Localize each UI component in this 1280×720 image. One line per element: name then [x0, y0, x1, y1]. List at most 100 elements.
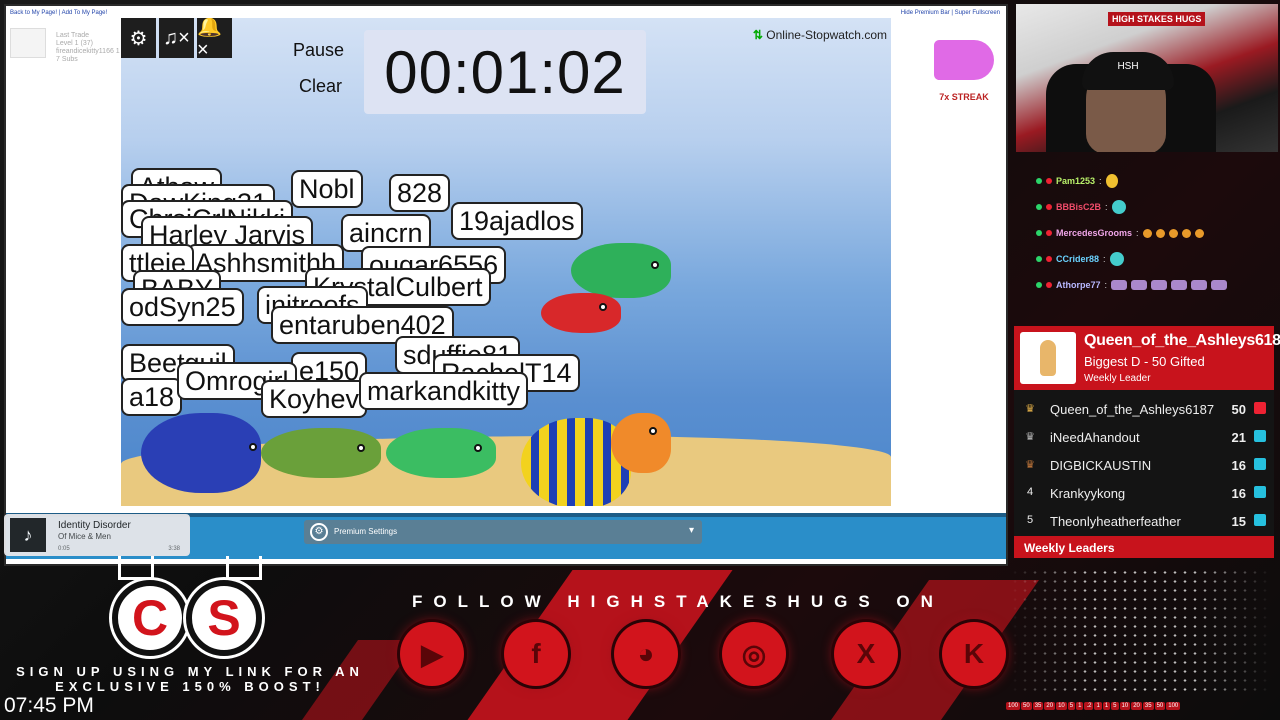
emote-icon [1131, 280, 1148, 290]
instagram-icon: ◎ [722, 622, 786, 686]
multiplier-tick: 5 [1067, 702, 1076, 710]
track-title: Identity Disorder [58, 520, 131, 531]
multiplier-tick: 35 [1142, 702, 1154, 710]
badge-icon [1046, 282, 1052, 288]
hide-premium-links[interactable]: Hide Premium Bar | Super Fullscreen [901, 10, 1000, 16]
gift-icon [1254, 458, 1266, 470]
premium-settings-label: Premium Settings [334, 527, 398, 536]
chat-username: Athorpe77 [1056, 280, 1101, 290]
gear-icon[interactable]: ⚙ [121, 18, 156, 58]
leader-name: Queen_of_the_Ashleys6187 [1050, 402, 1215, 417]
emote-icon [1171, 280, 1188, 290]
stopwatch-stage: ⚙ ♫× 🔔× Pause Clear 00:01:02 ⇅ Online-St… [121, 18, 891, 506]
chat-username: BBBisC2B [1056, 202, 1102, 212]
streak-badge: 7x STREAK [932, 40, 996, 102]
name-bubble: 19ajadlos [451, 202, 583, 240]
rank-badge-icon: ♛ [1025, 403, 1035, 415]
chat-username: MercedesGrooms [1056, 228, 1133, 238]
leader-name: Theonlyheatherfeather [1050, 514, 1181, 529]
timer-display: 00:01:02 [364, 30, 646, 114]
back-add-links[interactable]: Back to My Page! | Add To My Page! [10, 10, 107, 16]
multiplier-tick: 20 [1131, 702, 1142, 710]
chat-message: CCrider88: [1036, 246, 1272, 272]
top-gifter-name: Queen_of_the_Ashleys6187 [1084, 332, 1280, 349]
multiplier-ticks: 100 50 35 20 10 5 1.2 1 1 5 10 20 35 50 100 [1006, 702, 1181, 710]
leader-count: 16 [1231, 458, 1246, 473]
leaderboard-footer: Weekly Leaders [1014, 536, 1274, 558]
rank-badge-icon: ♛ [1025, 431, 1035, 443]
chevron-down-icon: ▾ [688, 525, 694, 536]
track-elapsed: 0:05 [58, 546, 70, 552]
emote-icon [1151, 280, 1168, 290]
badge-icon [1046, 230, 1052, 236]
badge-icon [1036, 282, 1042, 288]
trophy-icon [1020, 332, 1076, 384]
dot-pattern [1010, 568, 1272, 694]
emote-icon [1191, 280, 1208, 290]
badge-icon [1036, 204, 1042, 210]
gift-icon [1254, 402, 1266, 414]
brand-link[interactable]: ⇅ Online-Stopwatch.com [753, 28, 887, 42]
webcam-feed: HIGH STAKES HUGS HSH [1016, 4, 1278, 152]
emote-icon [1111, 200, 1126, 214]
fish [141, 413, 261, 493]
chat-message: Pam1253: [1036, 168, 1272, 194]
stat-line: Level 1 (37) [56, 40, 93, 47]
chat-separator: : [1136, 228, 1139, 238]
now-playing-widget[interactable]: ♪ Identity Disorder Of Mice & Men 0:05 3… [4, 514, 190, 556]
multiplier-tick: 1 [1076, 702, 1084, 710]
clear-button[interactable]: Clear [299, 76, 342, 97]
multiplier-tick: 100 [1166, 702, 1181, 710]
emote-icon [1142, 228, 1152, 238]
music-mute-icon[interactable]: ♫× [159, 18, 194, 58]
name-bubble: Nobl [291, 170, 363, 208]
cs-logo-left: C [112, 580, 188, 656]
leader-count: 50 [1231, 402, 1246, 417]
album-art-icon: ♪ [10, 518, 46, 552]
kick-icon: K [942, 622, 1006, 686]
emote-icon [1155, 228, 1165, 238]
gift-icon [1254, 486, 1266, 498]
fish [571, 243, 671, 298]
chat-panel: Pam1253: BBBisC2B: MercedesGrooms: CCrider8… [1036, 168, 1272, 316]
chat-message: BBBisC2B: [1036, 194, 1272, 220]
chat-separator: : [1105, 202, 1108, 212]
leader-count: 21 [1231, 430, 1246, 445]
leaderboard-row: ♛ Queen_of_the_Ashleys6187 50 [1014, 396, 1274, 422]
multiplier-tick: 10 [1056, 702, 1067, 710]
gear-icon: ⚙ [310, 523, 328, 541]
user-avatar [10, 28, 46, 58]
bell-mute-icon[interactable]: 🔔× [197, 18, 232, 61]
premium-settings-button[interactable]: ⚙ Premium Settings ▾ [304, 520, 702, 544]
chat-message: MercedesGrooms: [1036, 220, 1272, 246]
rank-number: 4 [1026, 486, 1034, 498]
pause-button[interactable]: Pause [293, 40, 344, 61]
streamer-cap: HSH [1082, 52, 1174, 90]
multiplier-tick: 20 [1044, 702, 1056, 710]
streak-mascot-icon [934, 40, 994, 80]
crown-icon [226, 556, 262, 580]
leaderboard-row: ♛ DIGBICKAUSTIN 16 [1014, 452, 1274, 478]
stat-line: 7 Subs [56, 56, 78, 63]
badge-icon [1046, 204, 1052, 210]
stat-line: Last Trade [56, 32, 90, 39]
fish [261, 428, 381, 478]
chat-message: Athorpe77: [1036, 272, 1272, 298]
chat-separator: : [1104, 280, 1108, 290]
top-gifter-subtitle: Weekly Leader [1084, 373, 1151, 384]
stat-line: fireandicekitty1166 1 [56, 48, 120, 55]
emote-icon [1181, 228, 1191, 238]
emote-icon [1105, 174, 1118, 188]
gift-icon [1254, 430, 1266, 442]
browser-window: Back to My Page! | Add To My Page! Hide … [4, 4, 1008, 566]
fish [386, 428, 496, 478]
x-icon: X [834, 622, 898, 686]
brand-label: Online-Stopwatch.com [766, 28, 887, 42]
top-gifter-title: Biggest D - 50 Gifted [1084, 354, 1205, 369]
follow-banner: FOLLOW HIGHSTAKESHUGS ON [412, 592, 944, 611]
emote-icon [1194, 228, 1204, 238]
gift-leaderboard: Queen_of_the_Ashleys6187 Biggest D - 50 … [1014, 326, 1280, 558]
multiplier-tick: 100 [1006, 702, 1021, 710]
emote-icon [1111, 280, 1128, 290]
multiplier-tick: 35 [1032, 702, 1044, 710]
